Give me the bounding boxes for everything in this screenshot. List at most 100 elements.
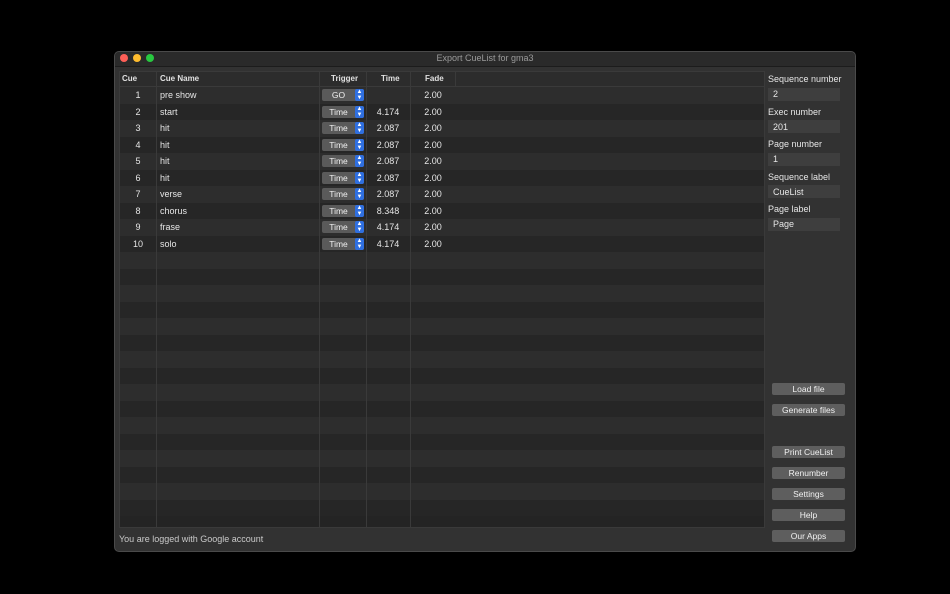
sequence-number-field[interactable] — [768, 87, 840, 101]
cue-name[interactable]: hit — [160, 140, 170, 150]
cue-fade[interactable]: 2.00 — [413, 140, 453, 150]
cue-time[interactable]: 4.174 — [368, 239, 408, 249]
table-row[interactable]: 7 verse Time ▲ ▼ 2.087 2.00 — [120, 186, 764, 203]
cue-time[interactable]: 4.174 — [368, 107, 408, 117]
up-down-chevron-icon[interactable]: ▲ ▼ — [355, 188, 364, 200]
table-row[interactable] — [120, 301, 764, 318]
up-down-chevron-icon[interactable]: ▲ ▼ — [355, 105, 364, 118]
cue-name[interactable]: pre show — [160, 90, 197, 100]
header-cue[interactable]: Cue — [122, 74, 137, 83]
cue-name[interactable]: verse — [160, 189, 182, 199]
trigger-select[interactable]: Time ▲ ▼ — [322, 122, 364, 134]
cue-name[interactable]: start — [160, 107, 178, 117]
table-row[interactable]: 4 hit Time ▲ ▼ 2.087 2.00 — [120, 136, 764, 153]
cue-name[interactable]: frase — [160, 222, 180, 232]
table-row[interactable] — [120, 499, 764, 516]
help-button[interactable]: Help — [772, 509, 845, 521]
our-apps-button[interactable]: Our Apps — [772, 530, 845, 542]
table-row[interactable]: 10 solo Time ▲ ▼ 4.174 2.00 — [120, 235, 764, 252]
up-down-chevron-icon[interactable]: ▲ ▼ — [355, 138, 364, 151]
trigger-select[interactable]: Time ▲ ▼ — [322, 188, 364, 200]
header-fade[interactable]: Fade — [425, 74, 444, 83]
trigger-select[interactable]: Time ▲ ▼ — [322, 105, 364, 118]
load-file-button[interactable]: Load file — [772, 383, 845, 395]
cue-time[interactable]: 8.348 — [368, 206, 408, 216]
up-down-chevron-icon[interactable]: ▲ ▼ — [355, 155, 364, 167]
table-row[interactable]: 9 frase Time ▲ ▼ 4.174 2.00 — [120, 219, 764, 236]
cue-fade[interactable]: 2.00 — [413, 189, 453, 199]
generate-files-button[interactable]: Generate files — [772, 404, 845, 416]
cue-number: 10 — [132, 238, 143, 249]
cue-fade[interactable]: 2.00 — [413, 156, 453, 166]
table-row[interactable] — [120, 466, 764, 483]
cue-time[interactable]: 2.087 — [368, 123, 408, 133]
cue-number: 1 — [135, 90, 141, 100]
cue-fade[interactable]: 2.00 — [413, 107, 453, 117]
trigger-select[interactable]: Time ▲ ▼ — [322, 155, 364, 167]
table-row[interactable]: 2 start Time ▲ ▼ 4.174 2.00 — [120, 103, 764, 120]
table-row[interactable] — [120, 318, 764, 335]
cue-time[interactable]: 4.174 — [368, 222, 408, 232]
table-row[interactable]: 6 hit Time ▲ ▼ 2.087 2.00 — [120, 169, 764, 186]
table-row[interactable] — [120, 367, 764, 384]
cue-time[interactable]: 2.087 — [368, 189, 408, 199]
exec-number-field[interactable] — [768, 120, 840, 133]
title-bar: Export CueList for gma3 — [115, 52, 855, 67]
up-down-chevron-icon[interactable]: ▲ ▼ — [355, 171, 364, 184]
cue-name[interactable]: hit — [160, 123, 170, 133]
cue-fade[interactable]: 2.00 — [413, 239, 453, 249]
cue-time[interactable]: 2.087 — [368, 140, 408, 150]
cue-time[interactable]: 2.087 — [368, 156, 408, 166]
trigger-select[interactable]: Time ▲ ▼ — [322, 204, 364, 217]
print-cuelist-button[interactable]: Print CueList — [772, 446, 845, 458]
table-row[interactable] — [120, 417, 764, 434]
cue-name[interactable]: hit — [160, 156, 170, 166]
cue-table[interactable]: Cue Cue Name Trigger Time Fade 1 pre show… — [119, 71, 765, 528]
cue-fade[interactable]: 2.00 — [413, 206, 453, 216]
column-divider — [156, 72, 157, 527]
table-row[interactable] — [120, 351, 764, 368]
page-label-field[interactable] — [768, 217, 840, 231]
cue-time[interactable]: 2.087 — [368, 173, 408, 183]
cue-fade[interactable]: 2.00 — [413, 90, 453, 100]
table-row[interactable] — [120, 252, 764, 269]
cue-name[interactable]: chorus — [160, 206, 187, 216]
cue-fade[interactable]: 2.00 — [413, 222, 453, 232]
table-row[interactable] — [120, 334, 764, 351]
settings-button[interactable]: Settings — [772, 488, 845, 500]
up-down-chevron-icon[interactable]: ▲ ▼ — [355, 221, 364, 233]
table-row[interactable]: 5 hit Time ▲ ▼ 2.087 2.00 — [120, 153, 764, 170]
trigger-value: Time — [329, 123, 348, 133]
up-down-chevron-icon[interactable]: ▲ ▼ — [355, 204, 364, 217]
cue-name[interactable]: hit — [160, 173, 170, 183]
up-down-chevron-icon[interactable]: ▲ ▼ — [355, 89, 364, 101]
trigger-select[interactable]: GO ▲ ▼ — [322, 89, 364, 101]
renumber-button[interactable]: Renumber — [772, 467, 845, 479]
table-row[interactable] — [120, 400, 764, 417]
cue-name[interactable]: solo — [160, 239, 177, 249]
trigger-select[interactable]: Time ▲ ▼ — [322, 237, 364, 250]
table-body: 1 pre show GO ▲ ▼ 2.00 2 start Time ▲ ▼ 4.174 2.00 3 h… — [120, 87, 764, 516]
header-time[interactable]: Time — [381, 74, 400, 83]
table-row[interactable]: 3 hit Time ▲ ▼ 2.087 2.00 — [120, 120, 764, 137]
trigger-select[interactable]: Time ▲ ▼ — [322, 138, 364, 151]
up-down-chevron-icon[interactable]: ▲ ▼ — [355, 122, 364, 134]
table-row[interactable] — [120, 384, 764, 401]
table-row[interactable] — [120, 433, 764, 450]
header-trigger[interactable]: Trigger — [331, 74, 358, 83]
sequence-label-field[interactable] — [768, 185, 840, 198]
app-window: Export CueList for gma3 Cue Cue Name Tri… — [114, 51, 856, 552]
header-cue-name[interactable]: Cue Name — [160, 74, 199, 83]
table-row[interactable] — [120, 450, 764, 467]
trigger-select[interactable]: Time ▲ ▼ — [322, 221, 364, 233]
cue-fade[interactable]: 2.00 — [413, 173, 453, 183]
table-row[interactable]: 1 pre show GO ▲ ▼ 2.00 — [120, 87, 764, 104]
up-down-chevron-icon[interactable]: ▲ ▼ — [355, 237, 364, 250]
page-number-field[interactable] — [768, 152, 840, 166]
trigger-select[interactable]: Time ▲ ▼ — [322, 171, 364, 184]
cue-fade[interactable]: 2.00 — [413, 123, 453, 133]
table-row[interactable] — [120, 268, 764, 285]
table-row[interactable]: 8 chorus Time ▲ ▼ 8.348 2.00 — [120, 202, 764, 219]
table-row[interactable] — [120, 285, 764, 302]
table-row[interactable] — [120, 483, 764, 500]
